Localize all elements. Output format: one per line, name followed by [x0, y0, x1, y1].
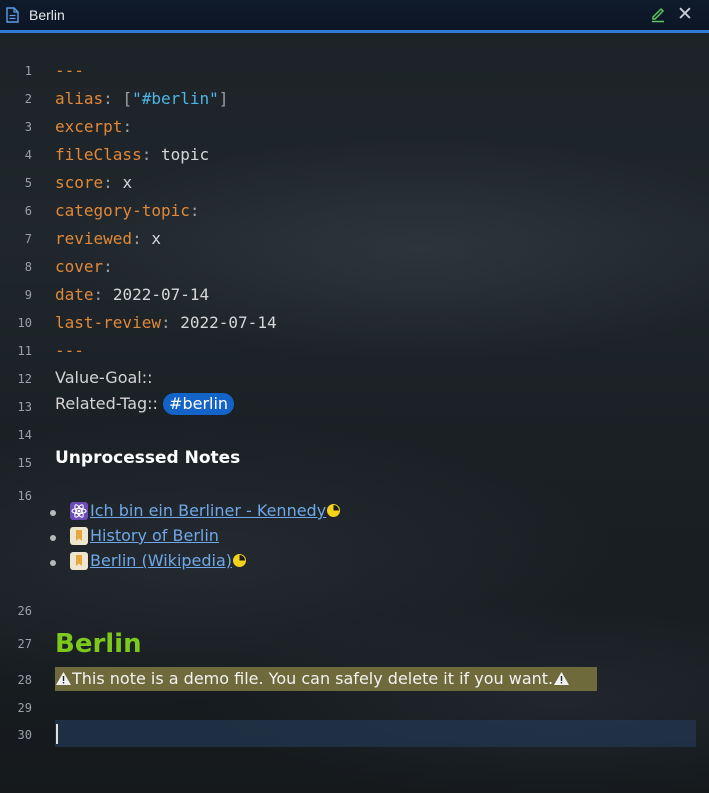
note-heading: Berlin	[55, 629, 142, 659]
property-key: excerpt	[55, 117, 123, 136]
property-key: cover	[55, 257, 104, 276]
colon: :	[189, 201, 200, 220]
link-text: Ich bin ein Berliner - Kennedy	[90, 501, 327, 520]
line-number: 16	[17, 489, 32, 503]
note-link-history-of-berlin[interactable]: History of Berlin	[90, 526, 219, 545]
frontmatter-line-reviewed: reviewed: x	[55, 229, 161, 248]
property-value: 2022-07-14	[112, 285, 210, 304]
title-bar: Berlin ✕	[0, 0, 709, 33]
bookmark-icon	[70, 527, 88, 545]
line-number: 6	[24, 204, 32, 218]
line-number: 2	[24, 92, 32, 106]
line-number: 8	[24, 260, 32, 274]
line-number: 1	[24, 64, 32, 78]
frontmatter-line-date: date: 2022-07-14	[55, 285, 209, 304]
frontmatter-open-delimiter: ---	[55, 61, 84, 80]
bracket-close: ]	[218, 89, 229, 108]
line-number: 13	[17, 400, 32, 414]
note-link-kennedy[interactable]: Ich bin ein Berliner - Kennedy	[90, 501, 341, 520]
warning-icon	[554, 672, 570, 685]
warning-text: This note is a demo file. You can safely…	[72, 669, 554, 688]
tag-pill-berlin[interactable]: #berlin	[163, 393, 235, 415]
file-icon	[6, 7, 19, 23]
line-number: 7	[24, 232, 32, 246]
property-key: category-topic	[55, 201, 190, 220]
colon: :	[93, 285, 104, 304]
line-number: 29	[17, 701, 32, 715]
close-icon[interactable]: ✕	[676, 3, 694, 25]
frontmatter-line-category: category-topic:	[55, 201, 200, 220]
related-tag-field: Related-Tag:: #berlin	[55, 393, 235, 415]
note-link-berlin-wikipedia[interactable]: Berlin (Wikipedia)	[90, 551, 247, 570]
property-key: score	[55, 173, 104, 192]
text-cursor	[56, 724, 58, 744]
frontmatter-close-delimiter: ---	[55, 341, 84, 360]
colon: :	[103, 173, 113, 192]
line-number: 5	[24, 176, 32, 190]
line-number: 30	[17, 728, 32, 742]
warning-highlight: This note is a demo file. You can safely…	[55, 667, 597, 691]
related-tag-label: Related-Tag::	[55, 394, 158, 413]
line-number: 11	[17, 344, 32, 358]
property-key: last-review	[55, 313, 161, 332]
partial-pie-icon	[233, 554, 247, 567]
bookmark-icon	[70, 552, 88, 570]
active-line[interactable]	[55, 720, 696, 747]
bullet-icon	[50, 535, 56, 541]
property-value: 2022-07-14	[180, 313, 277, 332]
section-heading: Unprocessed Notes	[55, 448, 241, 468]
colon: :	[141, 145, 152, 164]
line-number: 3	[24, 120, 32, 134]
line-number: 4	[24, 148, 32, 162]
line-number: 12	[17, 372, 32, 386]
line-number: 27	[17, 637, 32, 651]
warning-icon	[56, 672, 71, 685]
bullet-icon	[50, 560, 56, 566]
line-number: 14	[17, 428, 32, 442]
frontmatter-line-last-review: last-review: 2022-07-14	[55, 313, 277, 332]
line-number: 9	[24, 288, 32, 302]
value-goal-field: Value-Goal::	[55, 368, 153, 387]
frontmatter-line-cover: cover:	[55, 257, 113, 276]
line-number: 26	[17, 604, 32, 618]
colon: :	[160, 313, 171, 332]
frontmatter-line-fileclass: fileClass: topic	[55, 145, 209, 164]
edit-icon[interactable]	[650, 7, 666, 23]
bracket-open: [	[122, 89, 133, 108]
tab-title: Berlin	[29, 7, 65, 23]
atom-icon	[70, 502, 88, 520]
frontmatter-line-alias: alias: ["#berlin"]	[55, 89, 228, 108]
colon: :	[122, 117, 133, 136]
frontmatter-line-score: score: x	[55, 173, 132, 192]
colon: :	[103, 257, 113, 276]
property-value: x	[122, 173, 133, 192]
alias-string: "#berlin"	[132, 89, 219, 108]
property-key: reviewed	[55, 229, 133, 248]
line-number: 10	[17, 316, 32, 330]
colon: :	[132, 229, 142, 248]
frontmatter-line-excerpt: excerpt:	[55, 117, 132, 136]
bullet-icon	[50, 510, 56, 516]
property-key: alias	[55, 89, 104, 108]
editor[interactable]: 1 2 3 4 5 6 7 8 9 10 11 12 13 14 15 16 2…	[0, 33, 709, 793]
link-text: Berlin (Wikipedia)	[90, 551, 233, 570]
partial-pie-icon	[327, 504, 341, 517]
line-number: 28	[17, 673, 32, 687]
property-key: fileClass	[55, 145, 142, 164]
line-number: 15	[17, 456, 32, 470]
colon: :	[103, 89, 113, 108]
property-value: x	[151, 229, 161, 248]
property-key: date	[55, 285, 94, 304]
property-value: topic	[160, 145, 210, 164]
